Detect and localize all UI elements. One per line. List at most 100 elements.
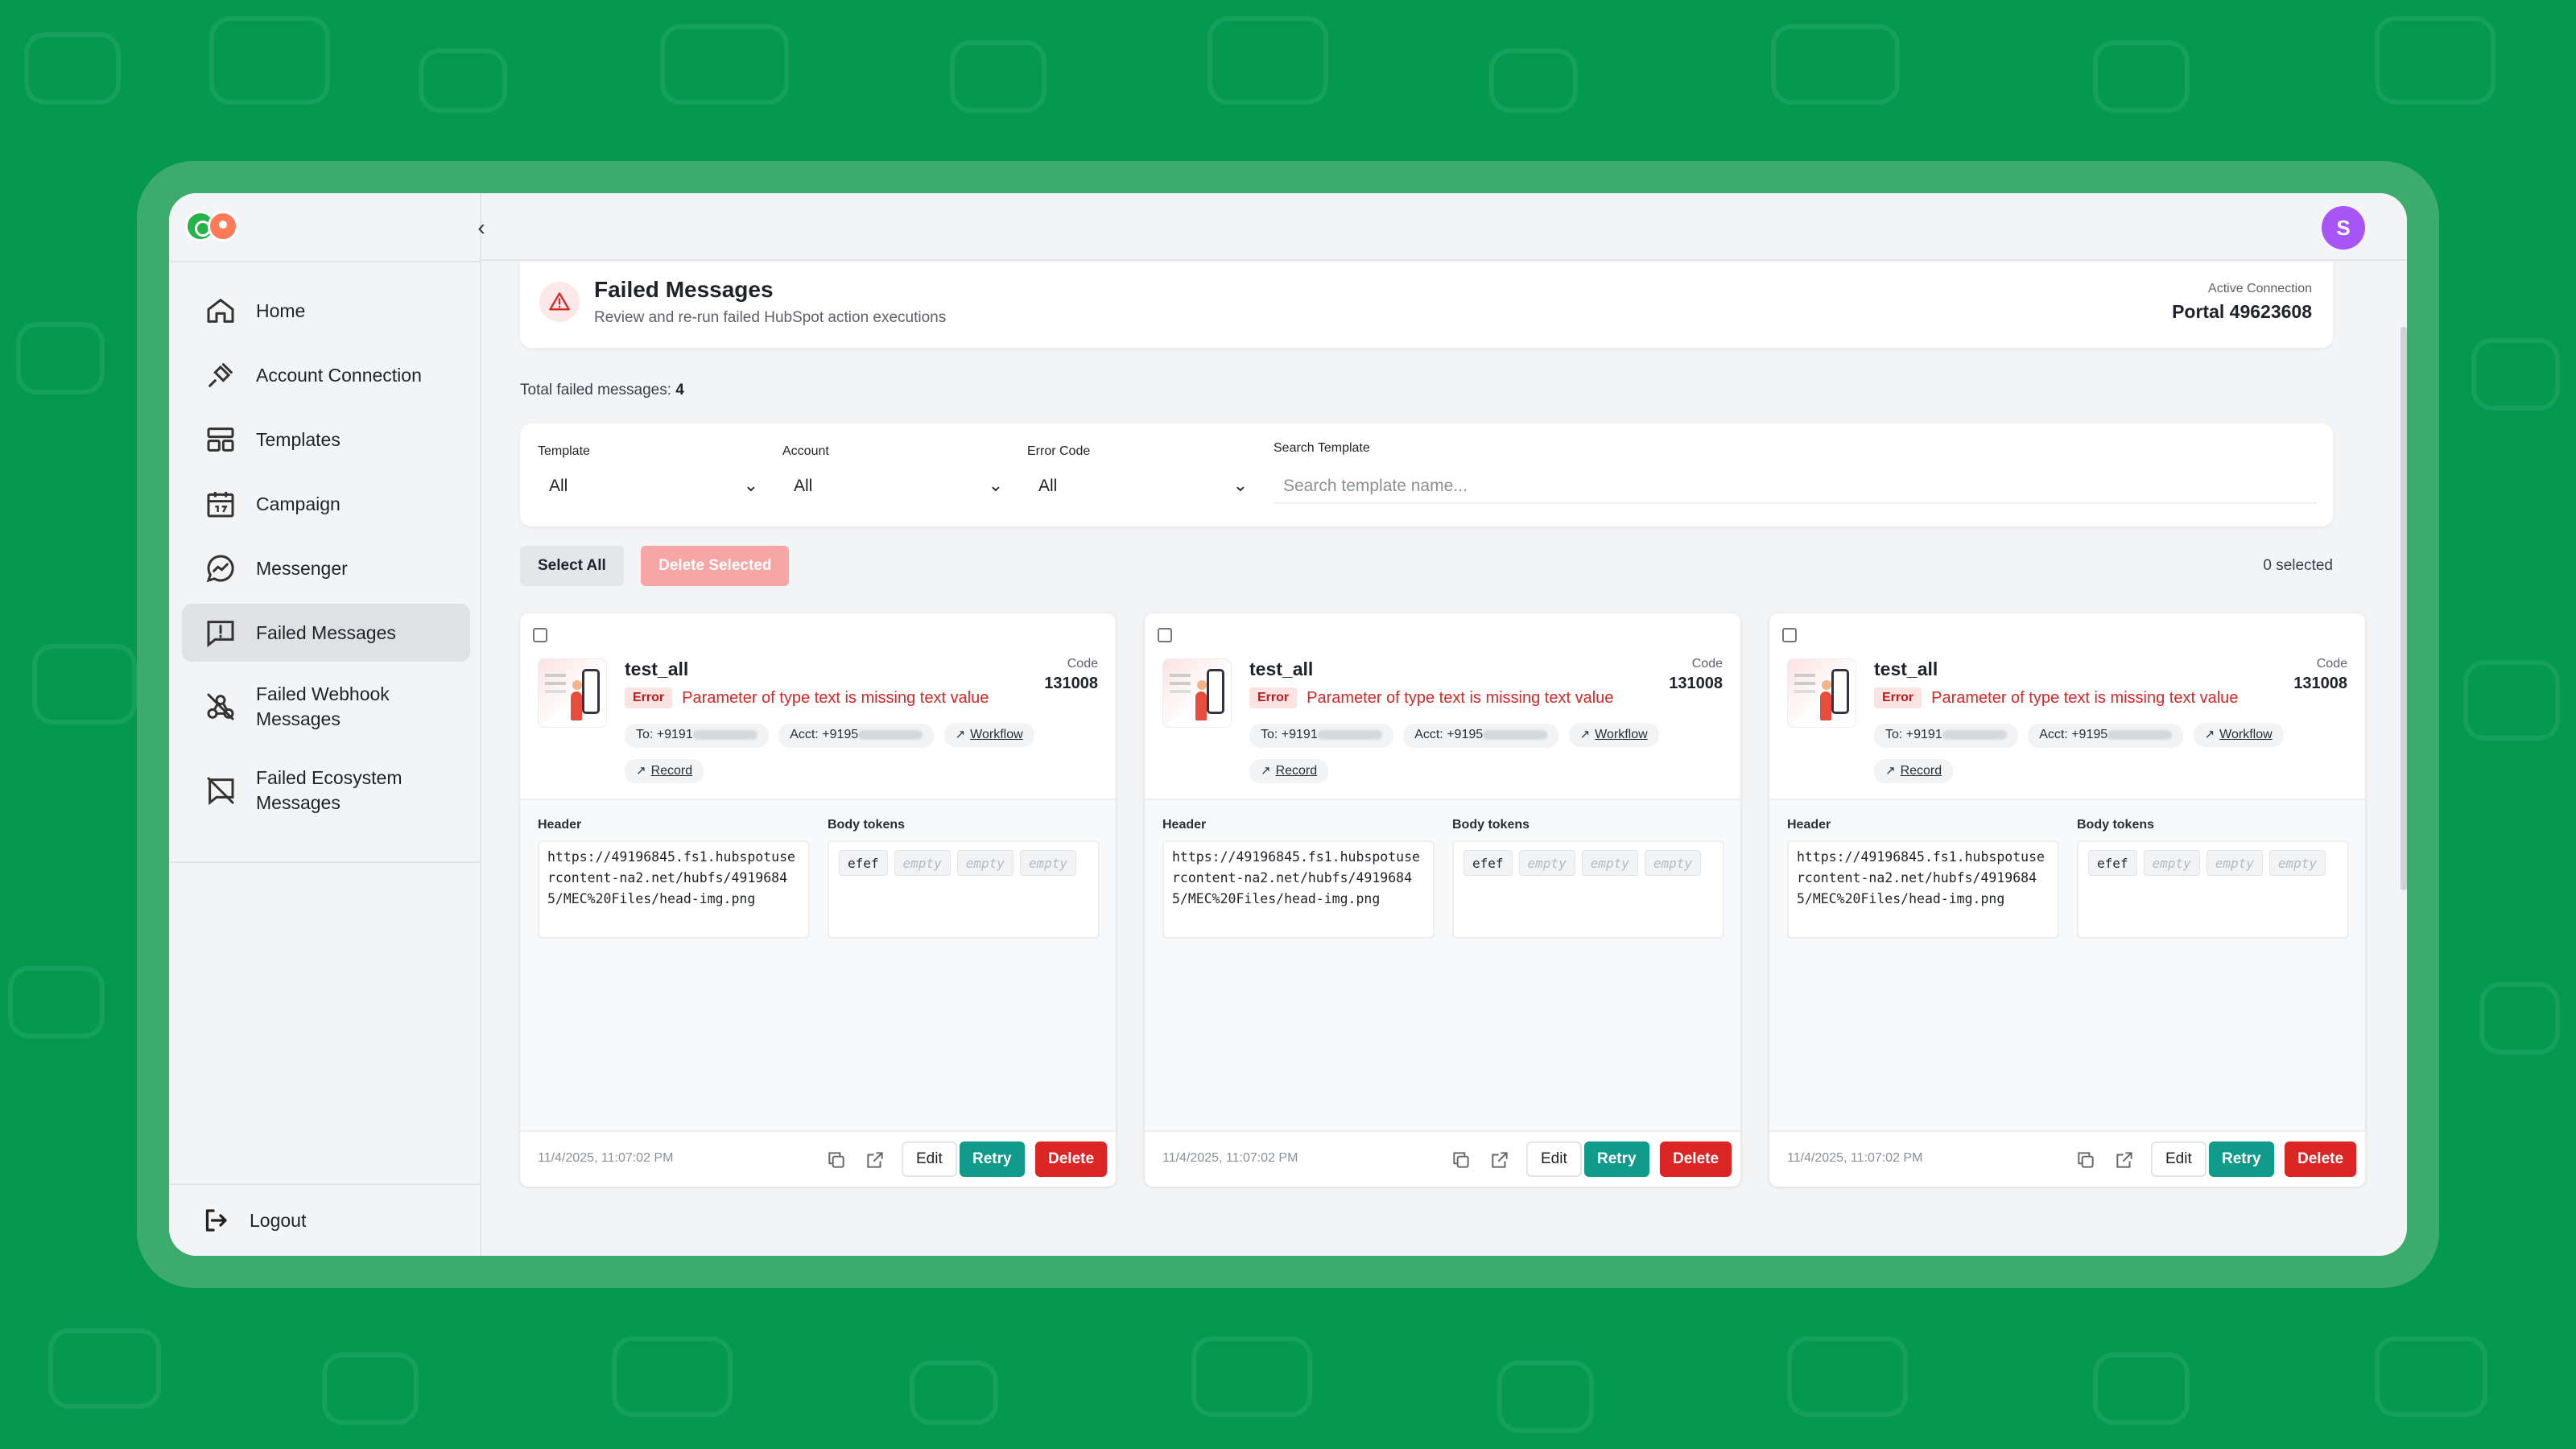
record-link[interactable]: ↗ Record [1874,759,1954,783]
message-off-icon [204,774,237,807]
open-external-icon[interactable] [865,1150,886,1170]
collapse-sidebar-button[interactable]: ‹ [469,216,494,242]
body-token: empty [894,850,951,876]
selected-count: 0 selected [2263,557,2333,574]
error-code-select[interactable]: All ⌄ [1027,469,1253,504]
open-external-icon[interactable] [1489,1150,1510,1170]
open-external-icon[interactable] [2114,1150,2135,1170]
scrollbar[interactable] [2401,327,2407,890]
edit-button[interactable]: Edit [2151,1141,2207,1177]
sidebar-item-label: Campaign [256,493,341,514]
retry-button[interactable]: Retry [2209,1141,2274,1177]
delete-button[interactable]: Delete [1035,1141,1108,1177]
sidebar-item-account-connection[interactable]: Account Connection [182,346,470,404]
header-label: Header [1162,818,1207,832]
card-footer: 11/4/2025, 11:07:02 PM Edit Retry Delete [1145,1130,1740,1187]
chevron-down-icon: ⌄ [743,475,758,495]
redacted-number [1317,729,1382,740]
failed-message-cards: test_all Code 131008 Error Parameter of … [520,613,2365,1187]
template-select[interactable]: All ⌄ [538,469,763,504]
page-title: Failed Messages [594,277,774,302]
error-code-filter-label: Error Code [1027,444,1091,458]
calendar-icon [204,488,237,520]
search-template-label: Search Template [1274,441,1370,455]
sidebar-divider [169,261,481,262]
card-select-checkbox[interactable] [533,628,547,642]
sidebar-item-campaign[interactable]: Campaign [182,475,470,533]
template-filter: Template All ⌄ [538,444,763,504]
record-link[interactable]: ↗ Record [625,759,704,783]
error-row: Error Parameter of type text is missing … [1874,687,2238,708]
sidebar-nav: Home Account Connection Templates Campai… [182,282,470,836]
active-connection-value: Portal 49623608 [2172,301,2312,322]
error-code-label: Code [1691,657,1723,671]
total-value: 4 [675,382,684,398]
delete-selected-button[interactable]: Delete Selected [641,546,790,586]
workflow-link[interactable]: ↗ Workflow [1568,723,1659,747]
sidebar-item-home[interactable]: Home [182,282,470,340]
card-detail: Header Body tokens https://49196845.fs1.… [1145,799,1740,1130]
account-number-chip: Acct: +9195 [1403,724,1559,748]
body-token: empty [2143,850,2200,876]
page-header: Failed Messages Review and re-run failed… [520,262,2333,348]
sidebar-item-failed-messages[interactable]: Failed Messages [182,604,470,662]
edit-button[interactable]: Edit [1526,1141,1582,1177]
warning-triangle-icon [549,292,570,311]
sidebar-item-label: Templates [256,428,341,450]
sidebar-item-failed-webhook-messages[interactable]: Failed Webhook Messages [182,668,470,745]
to-number-chip: To: +9191 [1249,724,1393,748]
template-thumbnail [1162,658,1232,728]
workflow-link[interactable]: ↗ Workflow [943,723,1034,747]
header-value: https://49196845.fs1.hubspotusercontent-… [1162,840,1435,939]
sidebar-item-templates[interactable]: Templates [182,411,470,469]
copy-icon[interactable] [1451,1150,1472,1170]
retry-button[interactable]: Retry [1584,1141,1649,1177]
card-select-checkbox[interactable] [1782,628,1797,642]
delete-button[interactable]: Delete [2285,1141,2357,1177]
body-token: empty [2268,850,2326,876]
search-template-input[interactable]: Search template name... [1274,469,2317,504]
record-link[interactable]: ↗ Record [1249,759,1329,783]
body-token: empty [1518,850,1575,876]
body-tokens: efef empty empty empty [2077,840,2349,939]
copy-icon[interactable] [826,1150,847,1170]
logout-button[interactable]: Logout [201,1206,306,1235]
delete-button[interactable]: Delete [1660,1141,1732,1177]
error-code-label: Code [1067,657,1098,671]
edit-button[interactable]: Edit [902,1141,957,1177]
error-code-value: 131008 [2293,675,2347,692]
workflow-link[interactable]: ↗ Workflow [2193,723,2284,747]
sidebar-item-failed-ecosystem-messages[interactable]: Failed Ecosystem Messages [182,752,470,829]
retry-button[interactable]: Retry [960,1141,1025,1177]
template-name: test_all [1249,658,1314,679]
card-select-checkbox[interactable] [1158,628,1172,642]
body-token: empty [1644,850,1702,876]
account-number-chip: Acct: +9195 [2028,724,2184,748]
header-label: Header [1787,818,1831,832]
active-connection-label: Active Connection [2208,282,2312,295]
template-select-value: All [549,477,568,495]
failed-message-card: test_all Code 131008 Error Parameter of … [1145,613,1740,1187]
error-badge: Error [625,687,673,708]
external-link-icon: ↗ [2204,728,2215,741]
external-link-icon: ↗ [636,764,646,778]
sidebar-item-label: Failed Ecosystem Messages [256,767,402,813]
copy-icon[interactable] [2075,1150,2096,1170]
sidebar-item-messenger[interactable]: Messenger [182,539,470,597]
redacted-number [858,729,923,740]
meta-chips: To: +9191 Acct: +9195 ↗ Workflow ↗ Record [1249,723,1716,795]
body-token: efef [2088,850,2137,876]
body-tokens-label: Body tokens [1452,818,1530,832]
meta-chips: To: +9191 Acct: +9195 ↗ Workflow ↗ Record [1874,723,2341,795]
sidebar-item-label: Failed Webhook Messages [256,683,390,729]
timestamp: 11/4/2025, 11:07:02 PM [538,1151,674,1165]
select-all-button[interactable]: Select All [520,546,624,586]
failed-message-card: test_all Code 131008 Error Parameter of … [1769,613,2365,1187]
body-token: empty [1581,850,1638,876]
external-link-icon: ↗ [1261,764,1271,778]
search-template-filter: Search Template Search template name... [1274,441,2317,504]
timestamp: 11/4/2025, 11:07:02 PM [1787,1151,1923,1165]
account-select[interactable]: All ⌄ [782,469,1008,504]
avatar[interactable]: S [2322,206,2365,250]
sidebar-item-label: Failed Messages [256,621,396,643]
